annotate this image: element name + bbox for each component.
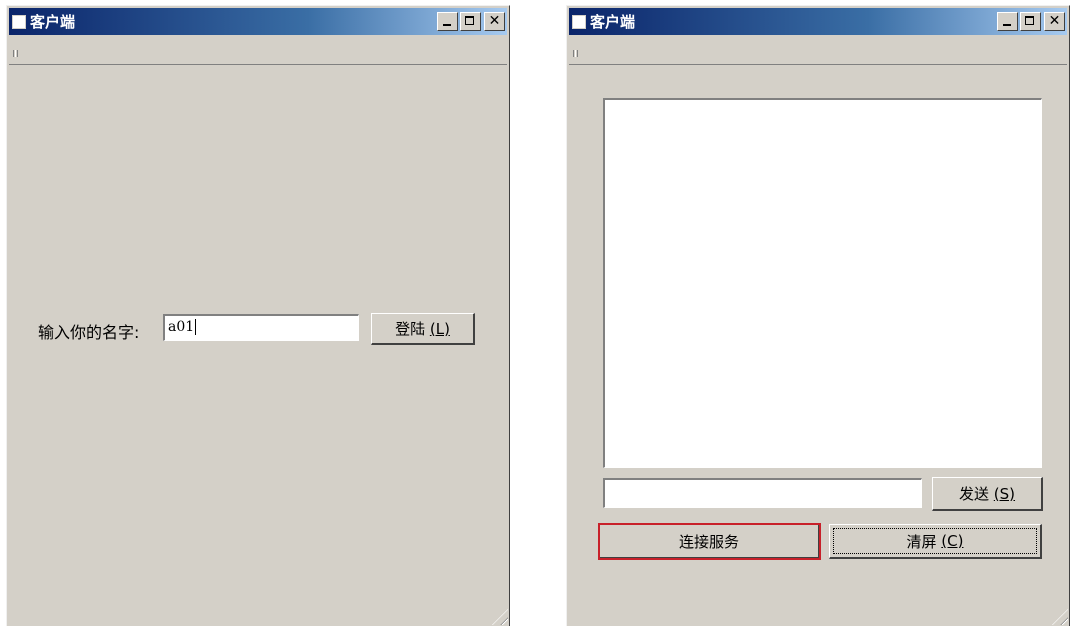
toolbar-grip-icon[interactable] (573, 50, 578, 57)
maximize-button[interactable] (1020, 12, 1041, 31)
window-title: 客户端 (30, 13, 76, 31)
window-title: 客户端 (590, 13, 636, 31)
name-input[interactable]: a01 (163, 314, 359, 341)
close-button[interactable]: ✕ (484, 12, 505, 31)
login-button-label: 登陆 (395, 320, 426, 338)
close-button[interactable]: ✕ (1044, 12, 1065, 31)
close-icon: ✕ (488, 13, 501, 29)
name-label: 输入你的名字: (38, 323, 140, 342)
menu-bar (569, 36, 1067, 65)
minimize-icon (443, 24, 451, 26)
minimize-icon (1003, 24, 1011, 26)
clear-screen-button[interactable]: 清屏 (C) (829, 524, 1042, 559)
name-input-value: a01 (168, 319, 195, 335)
window-icon[interactable] (12, 14, 26, 29)
menu-bar (9, 36, 507, 65)
minimize-button[interactable] (437, 12, 458, 31)
login-button-mnemonic: (L) (429, 319, 450, 338)
send-button-label: 发送 (958, 485, 989, 503)
connect-service-button[interactable]: 连接服务 (598, 523, 821, 560)
connect-service-button-label: 连接服务 (678, 532, 739, 551)
resize-grip-icon[interactable] (492, 609, 508, 625)
maximize-button[interactable] (460, 12, 481, 31)
clear-screen-button-label: 清屏 (906, 532, 937, 551)
title-bar[interactable]: 客户端 ✕ (569, 8, 1067, 35)
login-button[interactable]: 登陆 (L) (371, 313, 475, 345)
chat-window: 客户端 ✕ 发送 (S) 连接服务 清屏 (C) (566, 5, 1070, 626)
login-window: 客户端 ✕ 输入你的名字: a01 登陆 (L) (6, 5, 510, 626)
toolbar-grip-icon[interactable] (13, 50, 18, 57)
message-area[interactable] (603, 98, 1042, 468)
window-icon[interactable] (572, 14, 586, 29)
resize-grip-icon[interactable] (1052, 609, 1068, 625)
maximize-icon (465, 16, 474, 25)
send-button[interactable]: 发送 (S) (932, 477, 1043, 511)
maximize-icon (1025, 16, 1034, 25)
text-caret (195, 319, 197, 335)
minimize-button[interactable] (997, 12, 1018, 31)
clear-screen-button-mnemonic: (C) (941, 532, 964, 550)
message-input[interactable] (603, 478, 922, 508)
title-bar[interactable]: 客户端 ✕ (9, 8, 507, 35)
close-icon: ✕ (1048, 13, 1061, 29)
send-button-mnemonic: (S) (993, 484, 1016, 503)
